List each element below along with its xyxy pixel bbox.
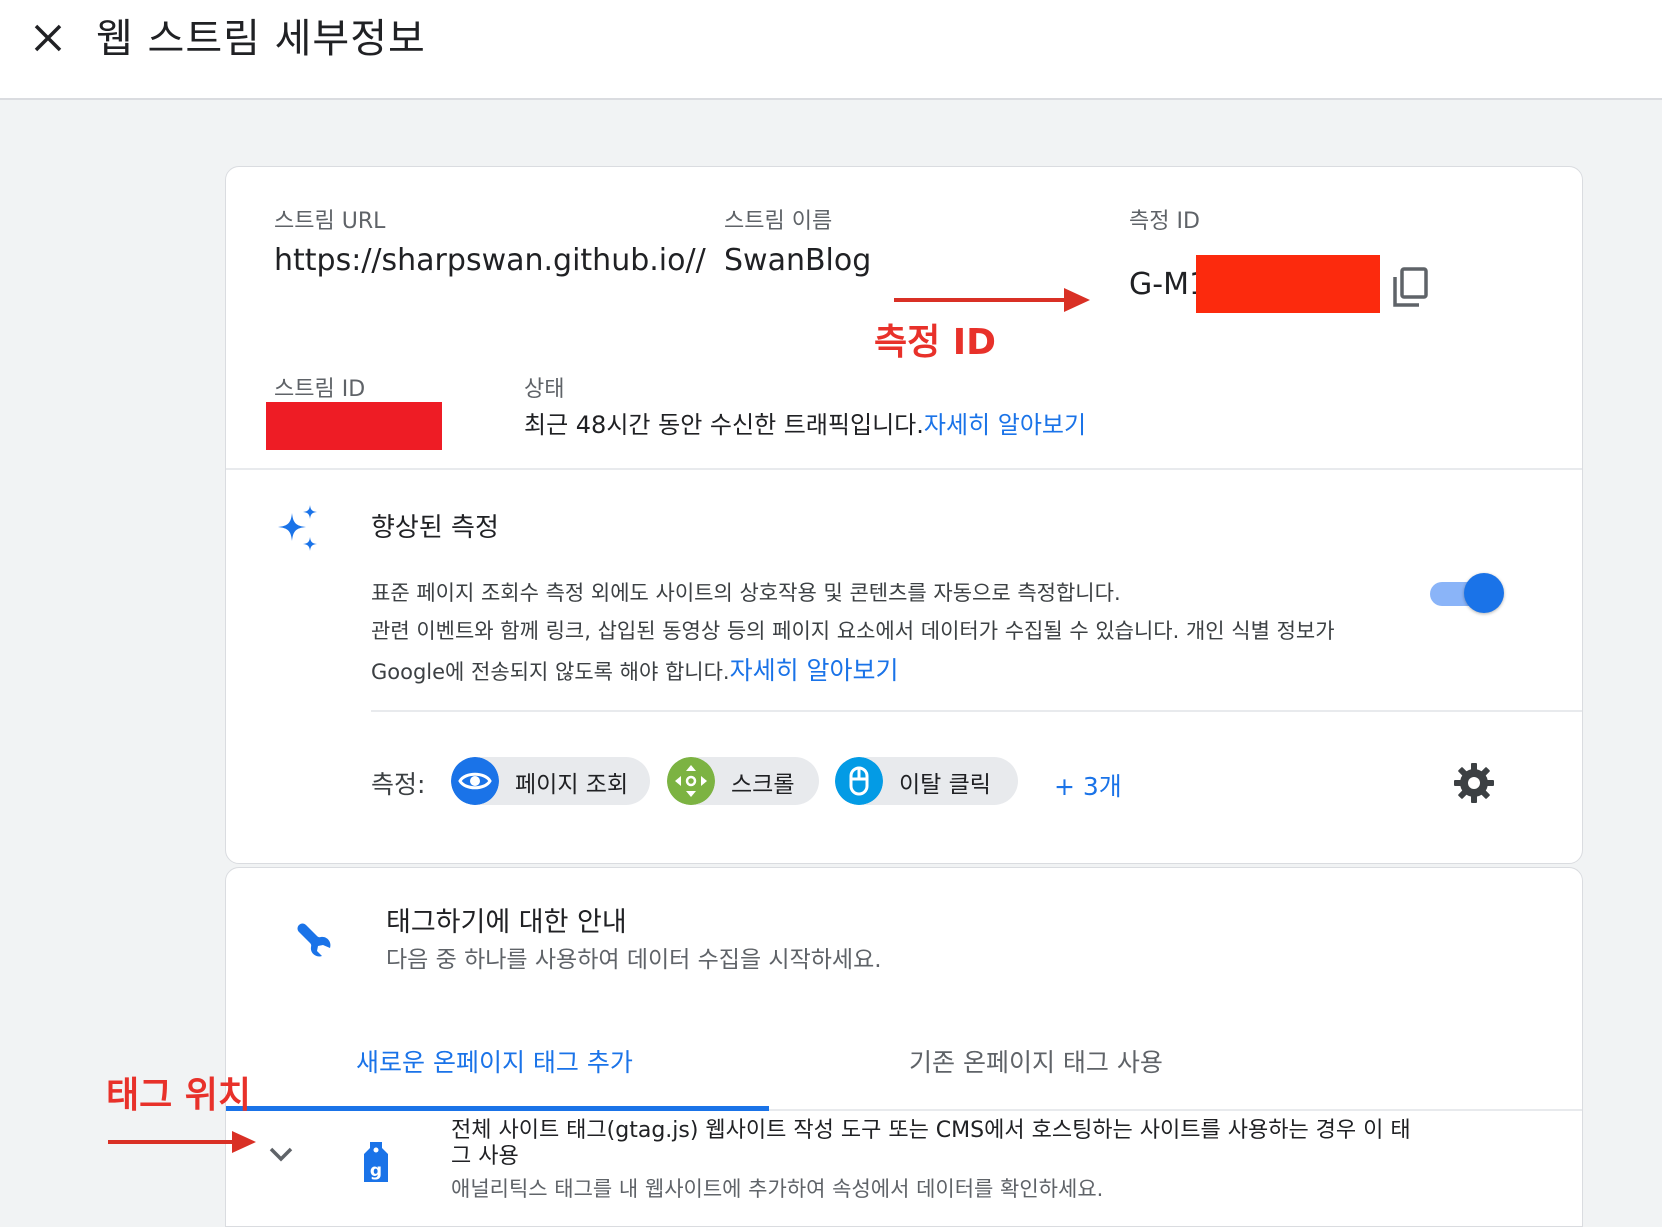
enhanced-measurement-toggle[interactable] (1430, 573, 1504, 613)
copy-icon[interactable] (1386, 263, 1434, 311)
stream-id-label: 스트림 ID (274, 377, 366, 402)
tagging-subtitle: 다음 중 하나를 사용하여 데이터 수집을 시작하세요. (386, 947, 882, 973)
more-measures-link[interactable]: + 3개 (1054, 767, 1122, 803)
tag-item-description: 애널리틱스 태그를 내 웹사이트에 추가하여 속성에서 데이터를 확인하세요. (451, 1177, 1104, 1201)
svg-text:g: g (370, 1161, 382, 1181)
redaction-box (1196, 255, 1380, 313)
tagging-title: 태그하기에 대한 안내 (386, 907, 627, 938)
wrench-icon (297, 923, 331, 957)
page-title: 웹 스트림 세부정보 (96, 16, 426, 62)
header-bar: 웹 스트림 세부정보 (0, 0, 1662, 100)
enhanced-desc-line1: 표준 페이지 조회수 측정 외에도 사이트의 상호작용 및 콘텐츠를 자동으로 … (371, 581, 1121, 605)
status-text: 최근 48시간 동안 수신한 트래픽입니다.자세히 알아보기 (524, 405, 1086, 440)
tagging-instructions-card: 태그하기에 대한 안내 다음 중 하나를 사용하여 데이터 수집을 시작하세요.… (225, 867, 1583, 1227)
enhanced-desc-line2: 관련 이벤트와 함께 링크, 삽입된 동영상 등의 페이지 요소에서 데이터가 … (371, 619, 1335, 643)
stream-name-value: SwanBlog (724, 243, 872, 278)
tag-item-title-line2: 그 사용 (451, 1144, 519, 1169)
divider (371, 710, 1582, 712)
chip-scroll[interactable]: 스크롤 (667, 757, 819, 805)
chip-outbound-click[interactable]: 이탈 클릭 (835, 757, 1018, 805)
measure-label: 측정: (371, 770, 426, 799)
annotation-measurement-id: 측정 ID (874, 322, 997, 363)
stream-url-label: 스트림 URL (274, 209, 386, 234)
scroll-icon (667, 757, 715, 805)
active-tab-indicator (226, 1106, 769, 1111)
eye-icon (451, 757, 499, 805)
stream-details-card: 스트림 URL https://sharpswan.github.io// 스트… (225, 166, 1583, 864)
stream-name-label: 스트림 이름 (724, 209, 833, 234)
stream-url-value: https://sharpswan.github.io// (274, 243, 706, 278)
status-label: 상태 (524, 377, 565, 402)
measurement-id-label: 측정 ID (1129, 209, 1200, 234)
status-message: 최근 48시간 동안 수신한 트래픽입니다. (524, 411, 924, 439)
enhanced-desc-line3: Google에 전송되지 않도록 해야 합니다.자세히 알아보기 (371, 651, 899, 687)
status-learn-more-link[interactable]: 자세히 알아보기 (924, 411, 1086, 439)
tag-item-title-line1: 전체 사이트 태그(gtag.js) 웹사이트 작성 도구 또는 CMS에서 호… (451, 1118, 1411, 1143)
chip-label: 이탈 클릭 (899, 772, 991, 798)
enhanced-measurement-title: 향상된 측정 (371, 513, 499, 543)
redaction-box (266, 402, 442, 450)
tab-new-onpage-tag[interactable]: 새로운 온페이지 태그 추가 (356, 1043, 633, 1079)
enhanced-desc-text: Google에 전송되지 않도록 해야 합니다. (371, 660, 730, 684)
annotation-arrow (108, 1131, 256, 1153)
tag-icon: g (364, 1142, 388, 1182)
enhanced-learn-more-link[interactable]: 자세히 알아보기 (730, 656, 899, 685)
sparkle-icon (278, 505, 317, 551)
gear-icon[interactable] (1452, 761, 1496, 805)
toggle-thumb (1464, 573, 1504, 613)
annotation-tag-location: 태그 위치 (106, 1075, 252, 1116)
divider (226, 468, 1582, 470)
annotation-arrow (894, 288, 1090, 312)
mouse-icon (835, 757, 883, 805)
chip-label: 스크롤 (731, 772, 795, 798)
chevron-down-icon[interactable] (268, 1146, 294, 1164)
tab-existing-onpage-tag[interactable]: 기존 온페이지 태그 사용 (909, 1043, 1163, 1079)
close-icon[interactable] (28, 18, 68, 58)
chip-page-view[interactable]: 페이지 조회 (451, 757, 650, 805)
chip-label: 페이지 조회 (515, 772, 629, 798)
